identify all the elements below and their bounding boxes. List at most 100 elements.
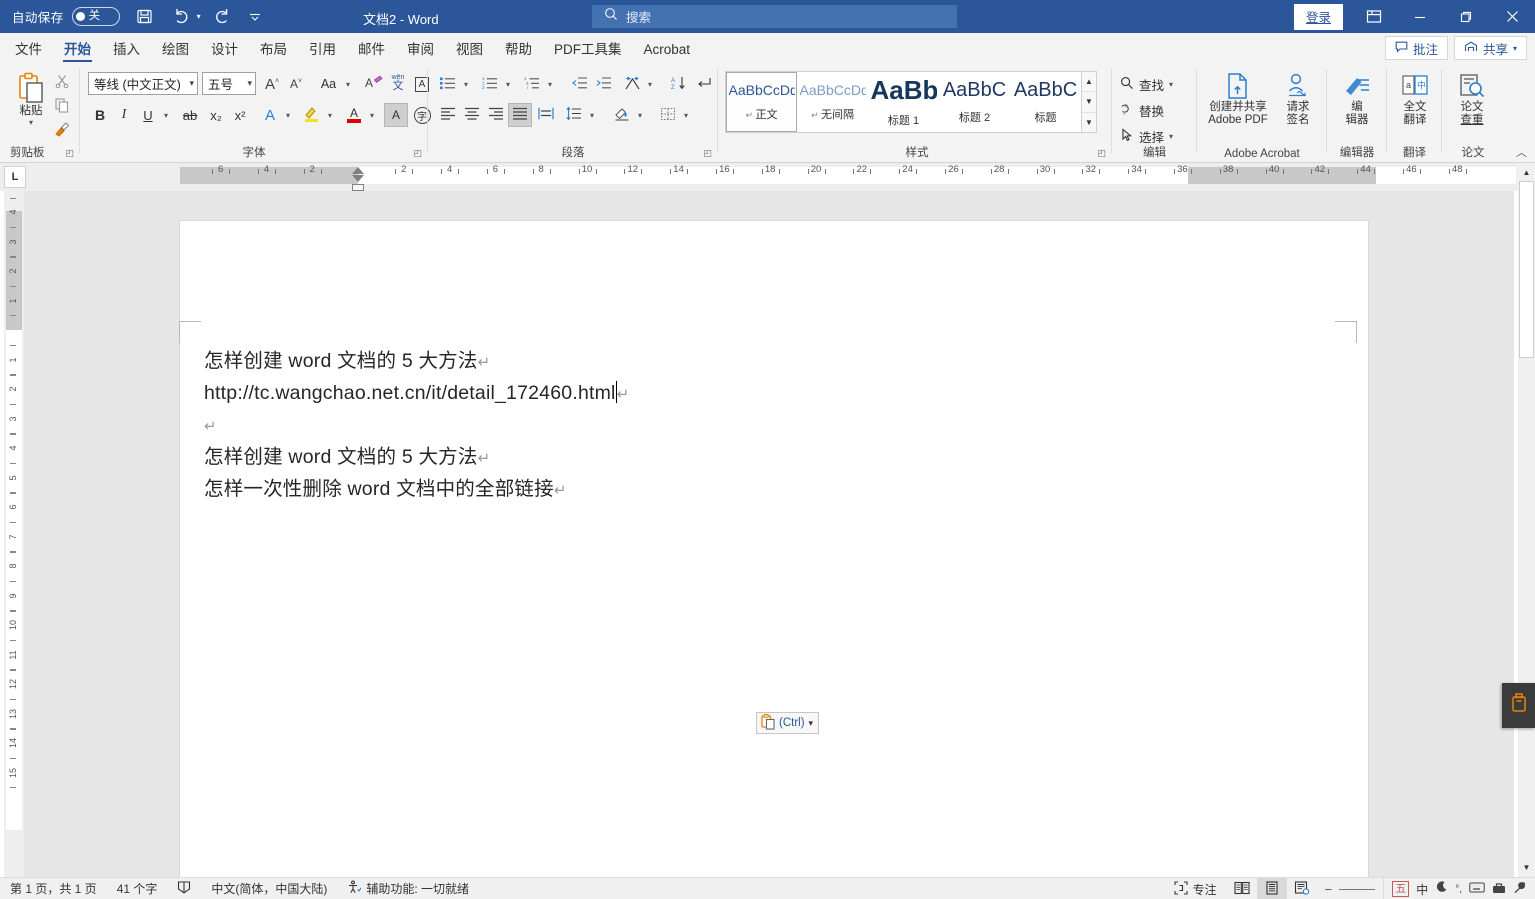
vertical-scrollbar[interactable]: ▲ ▼ xyxy=(1518,163,1535,877)
tab-design[interactable]: 设计 xyxy=(200,37,249,63)
search-box[interactable]: 搜索 xyxy=(592,5,957,28)
request-signature-button[interactable]: 请求 签名 xyxy=(1275,71,1321,127)
strikethrough-button[interactable]: ab xyxy=(178,103,202,127)
bullets-chevron-down-icon[interactable]: ▾ xyxy=(460,72,472,96)
styles-dialog-launcher-icon[interactable]: ◰ xyxy=(1097,148,1106,159)
shading-chevron-down-icon[interactable]: ▾ xyxy=(634,103,646,127)
style-item-no-spacing[interactable]: AaBbCcDd ↵ 无间隔 xyxy=(797,72,868,132)
ribbon-display-options-icon[interactable] xyxy=(1351,0,1397,33)
underline-button[interactable]: U xyxy=(136,103,160,127)
align-center-button[interactable] xyxy=(460,103,484,127)
replace-button[interactable]: b c 替换 xyxy=(1120,97,1164,123)
align-right-button[interactable] xyxy=(484,103,508,127)
format-painter-button[interactable] xyxy=(50,119,74,143)
tab-pdf-toolkit[interactable]: PDF工具集 xyxy=(543,37,633,63)
zoom-control[interactable]: − xyxy=(1317,882,1384,897)
tab-draw[interactable]: 绘图 xyxy=(151,37,200,63)
paste-chevron-down-icon[interactable]: ▾ xyxy=(29,118,33,127)
justify-button[interactable] xyxy=(508,103,532,127)
paragraph-shading-button[interactable] xyxy=(610,103,634,127)
borders-chevron-down-icon[interactable]: ▾ xyxy=(680,103,692,127)
tab-references[interactable]: 引用 xyxy=(298,37,347,63)
tab-layout[interactable]: 布局 xyxy=(249,37,298,63)
moon-icon[interactable] xyxy=(1435,881,1448,897)
proofing-status[interactable] xyxy=(167,878,201,899)
toolbox-icon[interactable] xyxy=(1492,881,1506,897)
save-icon[interactable] xyxy=(130,3,160,31)
share-button[interactable]: 共享 ▾ xyxy=(1453,36,1527,60)
scrollbar-thumb[interactable] xyxy=(1519,181,1534,358)
left-indent-marker[interactable] xyxy=(352,184,364,191)
sort-button[interactable]: A Z xyxy=(666,72,690,96)
editor-button[interactable]: 编 辑器 xyxy=(1333,71,1381,127)
tab-file[interactable]: 文件 xyxy=(4,37,53,63)
scroll-down-icon[interactable]: ▼ xyxy=(1082,92,1096,113)
multilevel-list-button[interactable]: 1 a i xyxy=(520,72,544,96)
change-case-chevron-down-icon[interactable]: ▾ xyxy=(342,72,354,96)
find-chevron-down-icon[interactable]: ▾ xyxy=(1169,80,1173,89)
punctuation-icon[interactable]: °, xyxy=(1455,884,1462,895)
create-share-pdf-button[interactable]: 创建并共享 Adobe PDF xyxy=(1205,71,1271,127)
show-formatting-marks-button[interactable] xyxy=(692,72,716,96)
tab-home[interactable]: 开始 xyxy=(53,37,102,63)
autosave-toggle[interactable]: 关 xyxy=(71,7,120,26)
highlight-button[interactable] xyxy=(300,103,324,127)
align-left-button[interactable] xyxy=(436,103,460,127)
line-spacing-chevron-down-icon[interactable]: ▾ xyxy=(586,103,598,127)
text-effects-button[interactable]: A xyxy=(258,103,282,127)
style-item-heading-2[interactable]: AaBbC 标题 2 xyxy=(939,72,1010,132)
horizontal-ruler[interactable]: L 6 4 2 2 4 6 8 10 12 14 16 18 20 22 24 26 28 30 32 34 36 38 4… xyxy=(0,163,1535,191)
view-print-layout-button[interactable] xyxy=(1256,878,1287,899)
undo-icon[interactable] xyxy=(168,3,198,31)
chinese-layout-button[interactable] xyxy=(620,72,644,96)
restore-icon[interactable] xyxy=(1443,0,1489,33)
share-chevron-down-icon[interactable]: ▾ xyxy=(1513,44,1517,53)
font-size-chevron-down-icon[interactable]: ▾ xyxy=(243,78,252,89)
tab-acrobat[interactable]: Acrobat xyxy=(633,37,702,63)
font-name-chevron-down-icon[interactable]: ▾ xyxy=(185,78,194,89)
numbering-button[interactable]: 1 2 3 xyxy=(478,72,502,96)
numbering-chevron-down-icon[interactable]: ▾ xyxy=(502,72,514,96)
document-page[interactable] xyxy=(179,220,1369,883)
clipboard-dialog-launcher-icon[interactable]: ◰ xyxy=(65,148,74,159)
ime-chinese-label[interactable]: 中 xyxy=(1416,881,1428,898)
scroll-up-icon[interactable]: ▲ xyxy=(1082,72,1096,93)
zoom-slider-track[interactable] xyxy=(1339,888,1376,890)
phonetic-guide-button[interactable]: wēn 文 xyxy=(386,71,410,95)
font-dialog-launcher-icon[interactable]: ◰ xyxy=(413,148,422,159)
hanging-indent-marker[interactable] xyxy=(352,175,364,182)
redo-icon[interactable] xyxy=(207,3,237,31)
vertical-ruler[interactable]: 4 3 2 1 1 2 3 4 5 6 7 8 9 10 11 12 13 14 15 xyxy=(4,191,24,877)
find-button[interactable]: 查找 ▾ xyxy=(1120,71,1173,97)
font-size-combo[interactable]: 五号 ▾ xyxy=(202,72,256,95)
style-item-normal[interactable]: AaBbCcDd ↵ 正文 xyxy=(726,72,797,132)
word-count[interactable]: 41 个字 xyxy=(107,878,168,899)
font-color-button[interactable]: A xyxy=(342,103,366,127)
view-read-mode-button[interactable] xyxy=(1227,878,1257,899)
tab-help[interactable]: 帮助 xyxy=(494,37,543,63)
select-chevron-down-icon[interactable]: ▾ xyxy=(1169,132,1173,141)
comments-button[interactable]: 批注 xyxy=(1384,36,1448,60)
view-web-layout-button[interactable] xyxy=(1287,878,1317,899)
focus-mode-button[interactable]: 专注 xyxy=(1164,878,1227,899)
cut-button[interactable] xyxy=(50,71,74,95)
borders-button[interactable] xyxy=(656,103,680,127)
page-indicator[interactable]: 第 1 页，共 1 页 xyxy=(0,878,107,899)
shrink-font-button[interactable]: A˅ xyxy=(284,72,308,96)
text-effects-chevron-down-icon[interactable]: ▾ xyxy=(282,103,294,127)
paste-options-chevron-down-icon[interactable]: ▾ xyxy=(809,718,814,729)
clear-formatting-button[interactable]: A xyxy=(362,72,386,96)
ime-mode-badge[interactable]: 五 xyxy=(1392,881,1410,897)
copy-button[interactable] xyxy=(50,95,74,119)
paragraph-dialog-launcher-icon[interactable]: ◰ xyxy=(703,148,712,159)
translate-button[interactable]: a 中 全文 翻译 xyxy=(1392,71,1438,127)
italic-button[interactable]: I xyxy=(112,103,136,127)
superscript-button[interactable]: x² xyxy=(228,103,252,127)
grow-font-button[interactable]: A˄ xyxy=(260,72,284,96)
change-case-button[interactable]: Aa xyxy=(312,72,345,96)
bold-button[interactable]: B xyxy=(88,103,112,127)
scroll-up-icon[interactable]: ▲ xyxy=(1519,164,1534,181)
collapse-ribbon-icon[interactable]: ︿ xyxy=(1516,144,1527,160)
style-item-heading-1[interactable]: AaBb 标题 1 xyxy=(868,72,939,132)
tab-insert[interactable]: 插入 xyxy=(102,37,151,63)
